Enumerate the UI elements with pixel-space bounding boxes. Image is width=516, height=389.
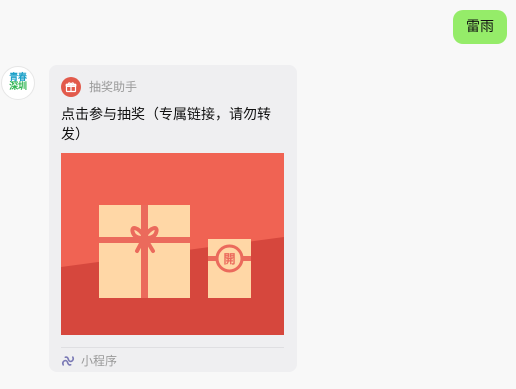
card-title: 点击参与抽奖（专属链接，请勿转发） (61, 107, 271, 143)
seal-char: 開 (223, 252, 235, 266)
gift-icon (61, 77, 81, 97)
gift-box-large-icon (99, 205, 190, 298)
app-name: 抽奖助手 (89, 80, 138, 94)
card-cover-image[interactable]: 開 (61, 153, 284, 335)
avatar[interactable]: 青春 深圳 (1, 66, 35, 100)
seal-icon: 開 (215, 244, 244, 273)
avatar-logo: 青春 深圳 (2, 74, 34, 92)
chat-view: 雷雨 青春 深圳 抽奖助手 点击参与抽奖（专属链接，请勿转发） 開 小程序 (0, 0, 516, 389)
avatar-text-line2: 深圳 (9, 82, 27, 92)
outgoing-message-text: 雷雨 (466, 19, 494, 35)
outgoing-message-bubble[interactable]: 雷雨 (453, 10, 507, 44)
mini-program-label: 小程序 (81, 354, 118, 368)
card-header: 抽奖助手 (61, 77, 285, 97)
card-footer: 小程序 (61, 348, 285, 374)
mini-program-card[interactable]: 抽奖助手 点击参与抽奖（专属链接，请勿转发） 開 小程序 (49, 65, 297, 372)
mini-program-icon (61, 354, 75, 368)
